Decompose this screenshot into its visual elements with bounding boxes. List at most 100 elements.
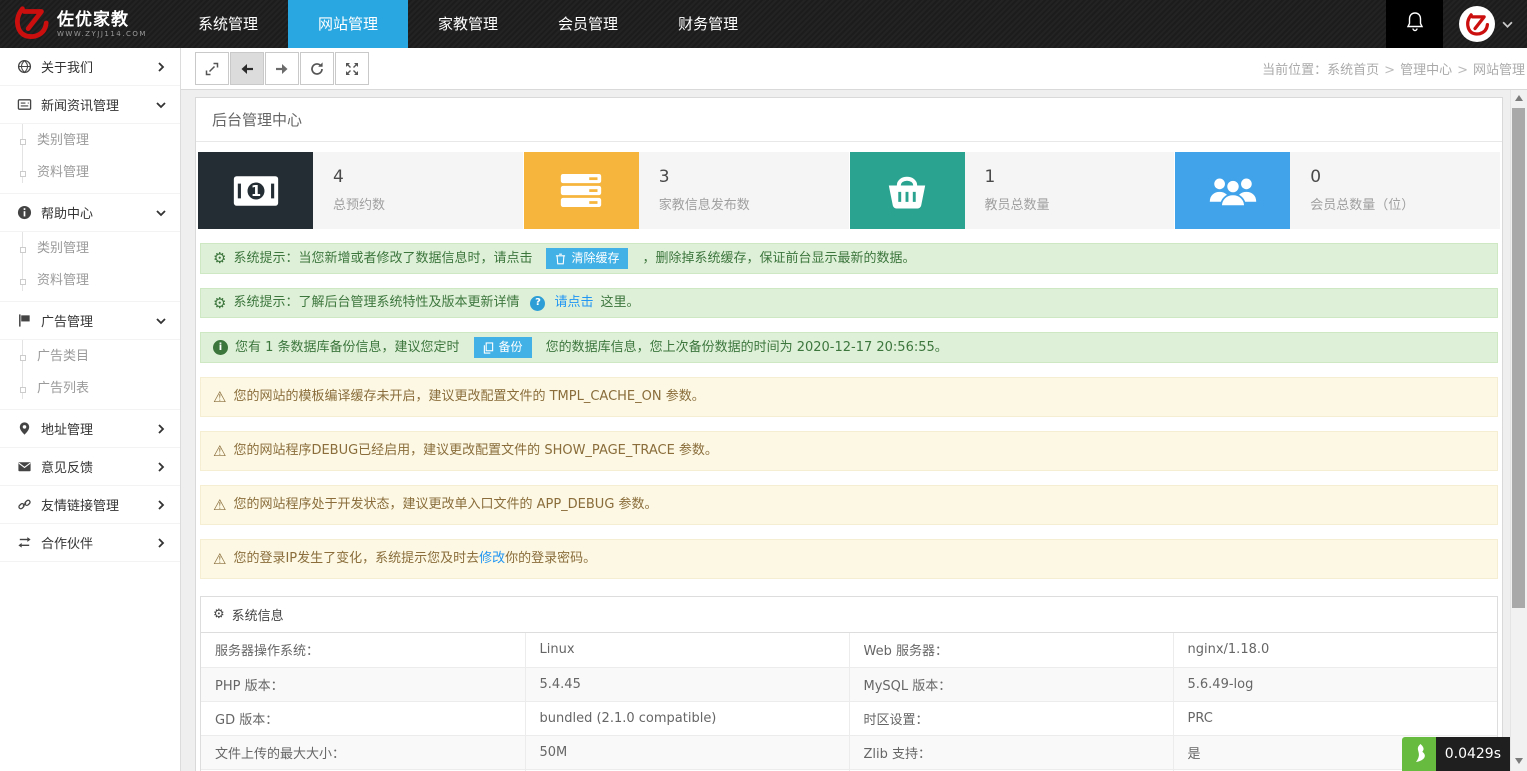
sidebar-item-help: 帮助中心 类别管理 资料管理 [0, 194, 180, 302]
alert-text: 您有 1 条数据库备份信息，建议您定时 [235, 338, 460, 358]
stat-label: 会员总数量（位） [1310, 194, 1414, 213]
change-password-link[interactable]: 修改 [479, 551, 505, 566]
table-row: 文件上传的最大大小： 50M Zlib 支持： 是 [201, 735, 1497, 769]
gear-icon: ⚙ [213, 296, 226, 311]
server-icon [524, 152, 639, 229]
tab-member-manage[interactable]: 会员管理 [528, 0, 648, 48]
info-label: PHP 版本： [201, 667, 525, 701]
info-value: bundled (2.1.0 compatible) [525, 701, 849, 735]
info-value: 50M [525, 735, 849, 769]
stat-card-tutor-posts[interactable]: 3 家教信息发布数 [524, 152, 849, 229]
scrollbar-up-arrow-icon[interactable] [1515, 95, 1523, 101]
user-menu-caret-icon[interactable] [1502, 19, 1513, 30]
copy-icon [483, 342, 494, 354]
refresh-button[interactable] [300, 52, 334, 85]
notifications-button[interactable] [1386, 0, 1443, 48]
refresh-icon [309, 61, 325, 77]
top-navbar: 佐优家教 WWW.ZYJJ114.COM 系统管理 网站管理 家教管理 会员管理… [0, 0, 1527, 48]
app-logo[interactable]: 佐优家教 WWW.ZYJJ114.COM [0, 0, 168, 48]
info-value: 5.6.49-log [1173, 667, 1497, 701]
breadcrumb-prefix: 当前位置： [1262, 63, 1327, 78]
stat-card-members[interactable]: 0 会员总数量（位） [1175, 152, 1500, 229]
alert-text: 这里。 [600, 293, 639, 313]
info-label: 文件上传的最大大小： [201, 735, 525, 769]
alert-text: 你的登录密码。 [505, 551, 596, 566]
sidebar-subitem-news-data[interactable]: 资料管理 [0, 157, 180, 189]
stat-card-teachers[interactable]: 1 教员总数量 [850, 152, 1175, 229]
forward-button[interactable] [265, 52, 299, 85]
user-avatar[interactable] [1459, 6, 1495, 42]
clear-cache-button[interactable]: 清除缓存 [546, 248, 628, 269]
tab-website-manage[interactable]: 网站管理 [288, 0, 408, 48]
content-area: 当前位置：系统首页>管理中心>网站管理 后台管理中心 1 4 总预约数 [181, 48, 1527, 771]
navbar-right [1386, 0, 1527, 48]
users-icon [1175, 152, 1290, 229]
breadcrumb-admin-center[interactable]: 管理中心 [1400, 63, 1452, 78]
basket-icon [850, 152, 965, 229]
alert-text: 您的网站程序处于开发状态，建议更改单入口文件的 APP_DEBUG 参数。 [233, 495, 657, 515]
sidebar-item-feedback: 意见反馈 [0, 448, 180, 486]
info-label: Zlib 支持： [849, 735, 1173, 769]
tab-toolbar: 当前位置：系统首页>管理中心>网站管理 [181, 48, 1527, 90]
version-details-link[interactable]: 请点击 [554, 293, 593, 313]
system-info-header: ⚙ 系统信息 [201, 597, 1497, 633]
sidebar-subitem-help-data[interactable]: 资料管理 [0, 265, 180, 297]
system-info-table: 服务器操作系统： Linux Web 服务器： nginx/1.18.0 PHP… [201, 633, 1497, 771]
breadcrumb-home[interactable]: 系统首页 [1327, 63, 1379, 78]
logo-subtitle: WWW.ZYJJ114.COM [57, 30, 147, 38]
chevron-right-icon [155, 461, 167, 473]
stat-cards-row: 1 4 总预约数 3 家教信息发布数 [198, 152, 1500, 229]
alert-text: 您的登录IP发生了变化，系统提示您及时去 [233, 551, 479, 566]
stat-value: 4 [333, 167, 385, 187]
chevron-right-icon [155, 499, 167, 511]
system-info-panel: ⚙ 系统信息 服务器操作系统： Linux Web 服务器： nginx/1.1… [200, 596, 1498, 771]
dashboard-panel: 后台管理中心 1 4 总预约数 [195, 97, 1503, 771]
warning-triangle-icon: ⚠ [213, 552, 226, 567]
chevron-right-icon [155, 423, 167, 435]
scrollbar-thumb[interactable] [1512, 108, 1525, 608]
sidebar-subitem-ad-list[interactable]: 广告列表 [0, 373, 180, 405]
alert-debug-enabled: ⚠ 您的网站程序DEBUG已经启用，建议更改配置文件的 SHOW_PAGE_TR… [200, 431, 1498, 471]
sidebar-subitem-news-category[interactable]: 类别管理 [0, 125, 180, 157]
exchange-icon [16, 535, 33, 550]
top-menu: 系统管理 网站管理 家教管理 会员管理 财务管理 [168, 0, 768, 48]
money-icon: 1 [198, 152, 313, 229]
chevron-right-icon [155, 61, 167, 73]
sidebar-subitem-help-category[interactable]: 类别管理 [0, 233, 180, 265]
table-row: PHP 版本： 5.4.45 MySQL 版本： 5.6.49-log [201, 667, 1497, 701]
info-label: 服务器操作系统： [201, 633, 525, 667]
scrollbar-down-arrow-icon[interactable] [1515, 758, 1523, 764]
info-label: GD 版本： [201, 701, 525, 735]
main-scroll-region: 后台管理中心 1 4 总预约数 [181, 90, 1510, 771]
envelope-icon [16, 459, 33, 474]
tab-finance-manage[interactable]: 财务管理 [648, 0, 768, 48]
fullscreen-button[interactable] [335, 52, 369, 85]
stat-value: 3 [659, 167, 750, 187]
info-label: MySQL 版本： [849, 667, 1173, 701]
stat-card-appointments[interactable]: 1 4 总预约数 [198, 152, 523, 229]
sidebar-item-label: 友情链接管理 [41, 495, 155, 514]
info-label: Web 服务器： [849, 633, 1173, 667]
thinkphp-flame-icon[interactable] [1402, 737, 1436, 771]
sidebar-subitem-ad-category[interactable]: 广告类目 [0, 341, 180, 373]
page-title: 后台管理中心 [196, 98, 1502, 142]
vertical-scrollbar[interactable] [1510, 90, 1527, 771]
back-button[interactable] [230, 52, 264, 85]
alert-text: 您的网站的模板编译缓存未开启，建议更改配置文件的 TMPL_CACHE_ON 参… [233, 387, 704, 407]
map-marker-icon [16, 421, 33, 436]
system-info-title: 系统信息 [232, 605, 284, 624]
newspaper-icon [16, 97, 33, 112]
collapse-sidebar-button[interactable] [195, 52, 229, 85]
link-icon [16, 497, 33, 512]
tab-system-manage[interactable]: 系统管理 [168, 0, 288, 48]
backup-button[interactable]: 备份 [474, 337, 532, 358]
sidebar-item-ads: 广告管理 广告类目 广告列表 [0, 302, 180, 410]
sidebar-item-label: 新闻资讯管理 [41, 95, 155, 114]
chevron-down-icon [155, 207, 167, 219]
tab-tutor-manage[interactable]: 家教管理 [408, 0, 528, 48]
alert-clear-cache: ⚙ 系统提示：当您新增或者修改了数据信息时，请点击 清除缓存 ，删除掉系统缓存，… [200, 243, 1498, 274]
gear-icon: ⚙ [213, 608, 225, 621]
table-row: 服务器操作系统： Linux Web 服务器： nginx/1.18.0 [201, 633, 1497, 667]
alert-dev-mode: ⚠ 您的网站程序处于开发状态，建议更改单入口文件的 APP_DEBUG 参数。 [200, 485, 1498, 525]
gear-icon: ⚙ [213, 251, 226, 266]
